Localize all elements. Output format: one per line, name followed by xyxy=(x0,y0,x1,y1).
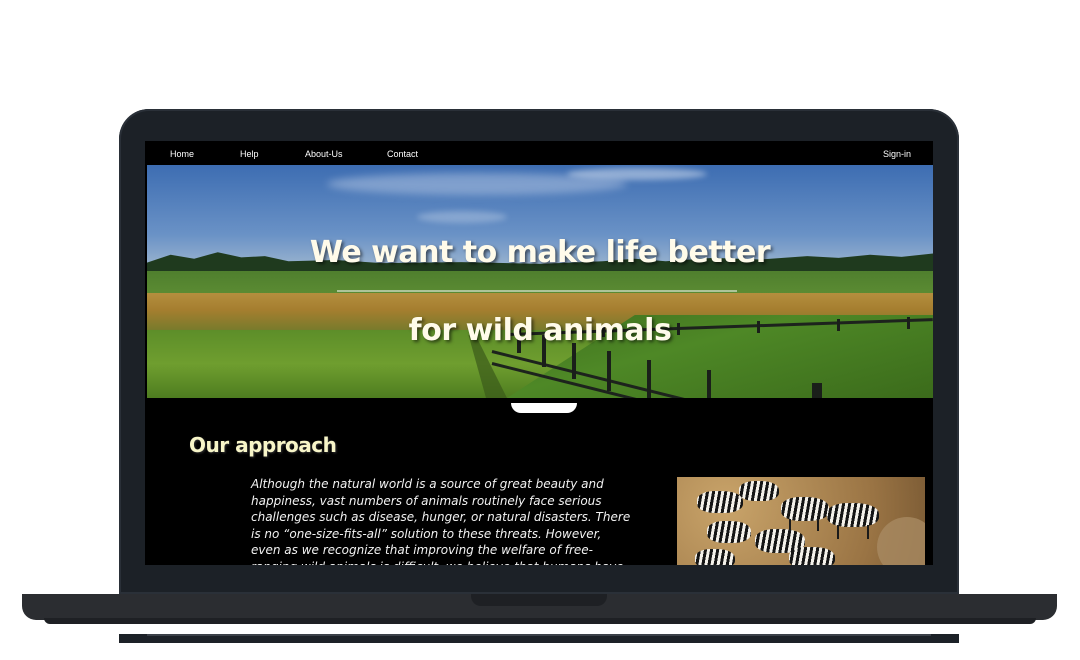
sign-in-link[interactable]: Sign-in xyxy=(883,149,911,159)
laptop-opening-notch xyxy=(471,594,607,606)
top-navbar: Home Help About-Us Contact Sign-in xyxy=(145,141,933,165)
laptop-base-lip xyxy=(44,618,1036,624)
hero-divider xyxy=(337,290,737,292)
nav-help-link[interactable]: Help xyxy=(240,149,259,159)
laptop-screen: Home Help About-Us Contact Sign-in We wa… xyxy=(145,141,933,565)
approach-heading: Our approach xyxy=(189,433,337,457)
approach-paragraph: Although the natural world is a source o… xyxy=(251,477,631,565)
webcam-notch xyxy=(511,403,577,413)
laptop-stand-highlight xyxy=(147,634,931,636)
hero-banner: We want to make life better for wild ani… xyxy=(147,165,933,398)
nav-contact-link[interactable]: Contact xyxy=(387,149,418,159)
zebra-herd-image xyxy=(677,477,925,565)
hero-title-line-2: for wild animals xyxy=(408,313,672,348)
hero-title-line-1: We want to make life better xyxy=(309,235,771,270)
nav-about-us-link[interactable]: About-Us xyxy=(305,149,343,159)
nav-home-link[interactable]: Home xyxy=(170,149,194,159)
